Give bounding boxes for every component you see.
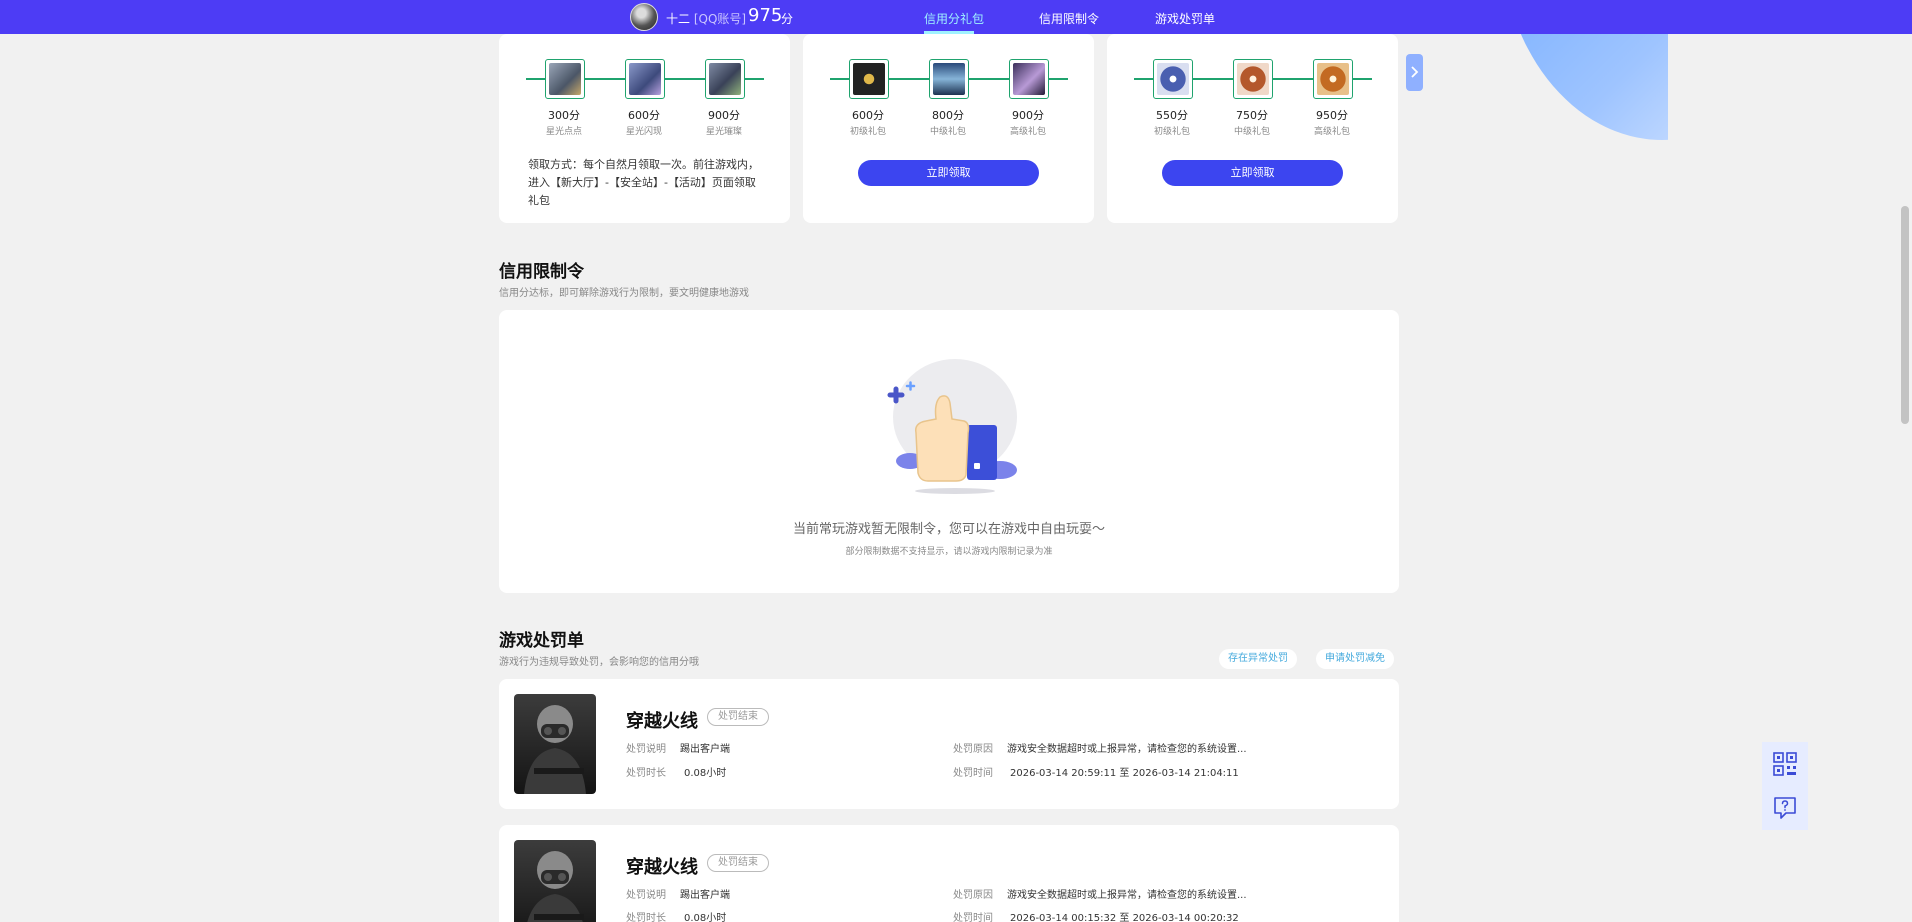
scrollbar-track[interactable] <box>1898 34 1912 922</box>
penalty-duration-value: 0.08小时 <box>684 768 727 779</box>
help-button[interactable] <box>1762 786 1808 830</box>
reward-name: 高级礼包 <box>1009 127 1046 137</box>
qr-code-button[interactable] <box>1762 742 1808 786</box>
reward-name: 初级礼包 <box>1153 127 1190 137</box>
penalty-time-label: 处罚时间 <box>953 913 993 922</box>
reward-name: 初级礼包 <box>849 127 886 137</box>
restriction-section-title: 信用限制令 <box>499 262 584 282</box>
penalty-duration-value: 0.08小时 <box>684 913 727 922</box>
abnormal-penalty-button[interactable]: 存在异常处罚 <box>1219 649 1297 669</box>
penalty-status-badge: 处罚结束 <box>707 708 769 726</box>
claim-instructions: 领取方式：每个自然月领取一次。前往游戏内，进入【新大厅】-【安全站】-【活动】页… <box>528 158 759 207</box>
penalty-time-label: 处罚时间 <box>953 768 993 779</box>
reward-score: 900分 <box>1012 109 1044 122</box>
user-name: 十二 [QQ账号] <box>666 10 746 27</box>
tab-credit-gift[interactable]: 信用分礼包 <box>924 10 984 27</box>
reward-score: 950分 <box>1316 109 1348 122</box>
penalty-duration-label: 处罚时长 <box>626 768 666 779</box>
penalty-reason-label: 处罚原因 <box>953 744 993 755</box>
reward-score: 900分 <box>708 109 740 122</box>
penalty-desc-label: 处罚说明 <box>626 744 666 755</box>
no-restriction-message: 当前常玩游戏暂无限制令，您可以在游戏中自由玩耍～ <box>792 522 1105 537</box>
penalty-desc-value: 踢出客户端 <box>680 890 730 901</box>
reward-name: 星光闪现 <box>625 127 662 137</box>
credit-score: 975 <box>748 5 783 26</box>
penalty-card: 穿越火线 处罚结束 处罚说明 踢出客户端 处罚时长 0.08小时 处罚原因 游戏… <box>499 825 1399 922</box>
qr-code-icon <box>1773 752 1797 776</box>
reward-name: 中级礼包 <box>1233 127 1270 137</box>
penalty-status-badge: 处罚结束 <box>707 854 769 872</box>
reward-icon-high[interactable] <box>1009 59 1049 99</box>
penalty-reason-value: 游戏安全数据超时或上报异常，请检查您的系统设置... <box>1007 744 1247 755</box>
reward-icon-starlight-1[interactable] <box>545 59 585 99</box>
credit-score-unit: 分 <box>781 12 794 26</box>
penalty-time-value: 2026-03-14 20:59:11 至 2026-03-14 21:04:1… <box>1010 768 1239 779</box>
user-name-text: 十二 <box>666 12 691 26</box>
reward-name: 星光璀璨 <box>705 127 742 137</box>
penalty-reason-label: 处罚原因 <box>953 890 993 901</box>
penalty-desc-value: 踢出客户端 <box>680 744 730 755</box>
penalty-game-name: 穿越火线 <box>626 711 698 732</box>
reward-icon-starlight-2[interactable] <box>625 59 665 99</box>
tab-game-penalty[interactable]: 游戏处罚单 <box>1155 10 1215 27</box>
top-nav-bar: 十二 [QQ账号] 975 分 信用分礼包 信用限制令 游戏处罚单 <box>0 0 1912 34</box>
penalty-duration-label: 处罚时长 <box>626 913 666 922</box>
soldier-icon <box>524 705 586 794</box>
tab-credit-restriction[interactable]: 信用限制令 <box>1039 10 1099 27</box>
help-chat-icon <box>1774 797 1796 819</box>
reward-card-badge-gifts: 550分 初级礼包 750分 中级礼包 950分 高级礼包 立即领取 <box>1107 34 1398 223</box>
penalty-section-title: 游戏处罚单 <box>499 631 584 651</box>
reward-name: 中级礼包 <box>929 127 966 137</box>
penalty-section-subtitle: 游戏行为违规导致处罚，会影响您的信用分哦 <box>499 657 699 668</box>
game-thumbnail <box>514 694 596 794</box>
penalty-card: 穿越火线 处罚结束 处罚说明 踢出客户端 处罚时长 0.08小时 处罚原因 游戏… <box>499 679 1399 809</box>
thumbs-up-illustration <box>887 359 1017 494</box>
no-restriction-note: 部分限制数据不支持显示，请以游戏内限制记录为准 <box>845 547 1053 557</box>
reward-name: 高级礼包 <box>1313 127 1350 137</box>
user-avatar[interactable] <box>630 3 658 31</box>
reward-score: 600分 <box>852 109 884 122</box>
soldier-icon <box>527 851 584 922</box>
claim-now-button[interactable]: 立即领取 <box>858 160 1039 186</box>
appeal-penalty-button[interactable]: 申请处罚减免 <box>1316 649 1394 669</box>
penalty-game-name: 穿越火线 <box>626 857 698 878</box>
carousel-next-button[interactable] <box>1406 54 1423 91</box>
penalty-desc-label: 处罚说明 <box>626 890 666 901</box>
reward-score: 550分 <box>1156 109 1188 122</box>
reward-score: 300分 <box>548 109 580 122</box>
reward-icon-high[interactable] <box>1313 59 1353 99</box>
reward-icon-basic[interactable] <box>849 59 889 99</box>
reward-score: 600分 <box>628 109 660 122</box>
reward-card-level-gifts: 600分 初级礼包 800分 中级礼包 900分 高级礼包 立即领取 <box>803 34 1094 223</box>
account-type: [QQ账号] <box>693 12 747 26</box>
restriction-section-subtitle: 信用分达标，即可解除游戏行为限制，要文明健康地游戏 <box>499 288 749 299</box>
claim-now-button[interactable]: 立即领取 <box>1162 160 1343 186</box>
reward-card-starlight: 300分 星光点点 600分 星光闪现 900分 星光璀璨 领取方式：每个自然月… <box>499 34 790 223</box>
reward-icon-mid[interactable] <box>1233 59 1273 99</box>
penalty-reason-value: 游戏安全数据超时或上报异常，请检查您的系统设置... <box>1007 890 1247 901</box>
reward-icon-basic[interactable] <box>1153 59 1193 99</box>
reward-icon-mid[interactable] <box>929 59 969 99</box>
penalty-time-value: 2026-03-14 00:15:32 至 2026-03-14 00:20:3… <box>1010 913 1239 922</box>
reward-score: 800分 <box>932 109 964 122</box>
game-thumbnail <box>514 840 596 922</box>
reward-score: 750分 <box>1236 109 1268 122</box>
chevron-right-icon <box>1410 66 1418 78</box>
reward-name: 星光点点 <box>545 127 582 137</box>
reward-icon-starlight-3[interactable] <box>705 59 745 99</box>
scrollbar-thumb[interactable] <box>1901 206 1909 424</box>
